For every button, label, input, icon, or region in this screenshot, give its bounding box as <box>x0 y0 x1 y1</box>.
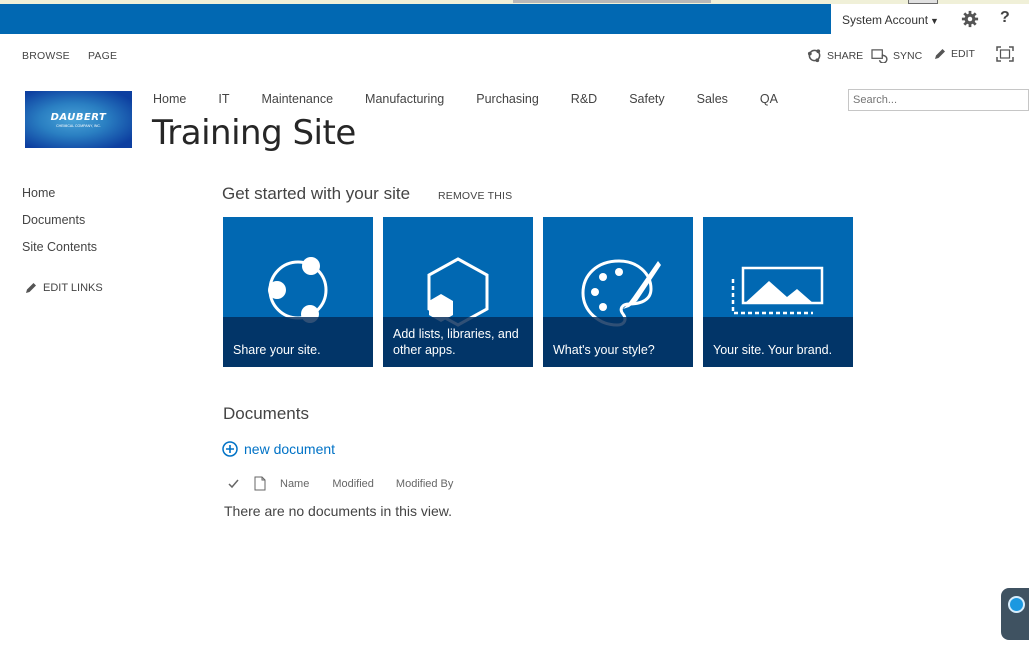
tile-add-apps[interactable]: Add lists, libraries, and other apps. <box>383 217 533 367</box>
topnav-item-maintenance[interactable]: Maintenance <box>261 92 333 106</box>
column-name[interactable]: Name <box>280 478 309 490</box>
tile-label: Your site. Your brand. <box>713 343 833 357</box>
quicklaunch-item-site-contents[interactable]: Site Contents <box>22 240 97 267</box>
page-title[interactable]: Training Site <box>152 113 356 153</box>
documents-heading[interactable]: Documents <box>223 404 309 424</box>
tile-caption: Add lists, libraries, and other apps. <box>383 317 533 367</box>
focus-on-content-icon[interactable] <box>996 46 1014 62</box>
page: System Account ▼ ? BROWSE PAGE SHARE SYN… <box>0 0 1029 657</box>
tile-caption: Your site. Your brand. <box>703 317 853 367</box>
new-document-button[interactable]: new document <box>222 441 335 457</box>
tile-style[interactable]: What's your style? <box>543 217 693 367</box>
share-button[interactable]: SHARE <box>807 48 863 63</box>
topnav-item-manufacturing[interactable]: Manufacturing <box>365 92 444 106</box>
help-icon[interactable]: ? <box>1000 9 1010 27</box>
topnav-item-it[interactable]: IT <box>218 92 229 106</box>
pencil-icon <box>26 283 36 293</box>
account-menu[interactable]: System Account ▼ <box>842 13 939 27</box>
suite-bar-user-area: System Account ▼ ? <box>831 4 1029 34</box>
topnav-item-sales[interactable]: Sales <box>697 92 728 106</box>
topnav-item-purchasing[interactable]: Purchasing <box>476 92 539 106</box>
tile-label: Share your site. <box>233 343 321 357</box>
window-tab <box>513 0 711 3</box>
search-input[interactable] <box>848 89 1029 111</box>
quicklaunch-item-documents[interactable]: Documents <box>22 213 97 240</box>
tile-share-site[interactable]: Share your site. <box>223 217 373 367</box>
tile-brand[interactable]: Your site. Your brand. <box>703 217 853 367</box>
tile-caption: What's your style? <box>543 317 693 367</box>
ribbon: BROWSE PAGE SHARE SYNC EDIT <box>0 34 1029 76</box>
quicklaunch-item-home[interactable]: Home <box>22 186 97 213</box>
remove-this-link[interactable]: REMOVE THIS <box>438 190 512 202</box>
share-label: SHARE <box>827 49 864 62</box>
tab-browse[interactable]: BROWSE <box>22 50 70 62</box>
top-navigation: Home IT Maintenance Manufacturing Purcha… <box>153 92 810 106</box>
plus-circle-icon <box>222 441 238 457</box>
new-document-label: new document <box>244 441 336 457</box>
column-modified-by[interactable]: Modified By <box>396 478 453 490</box>
sync-button[interactable]: SYNC <box>871 48 922 63</box>
empty-view-message: There are no documents in this view. <box>224 503 453 519</box>
topnav-item-qa[interactable]: QA <box>760 92 778 106</box>
topnav-item-home[interactable]: Home <box>153 92 186 106</box>
topnav-item-safety[interactable]: Safety <box>629 92 664 106</box>
suite-bar: System Account ▼ ? <box>0 4 1029 34</box>
sync-label: SYNC <box>893 49 923 62</box>
document-list-header: Name Modified Modified By <box>228 476 453 491</box>
checkmark-icon[interactable] <box>228 479 239 489</box>
edit-label: EDIT <box>951 48 975 60</box>
get-started-tiles: Share your site. Add lists, libraries, a… <box>223 217 853 367</box>
topnav-item-rnd[interactable]: R&D <box>571 92 597 106</box>
sync-icon <box>871 49 888 63</box>
tab-page[interactable]: PAGE <box>88 50 117 62</box>
get-started-heading: Get started with your site <box>222 184 411 203</box>
chevron-down-icon: ▼ <box>930 16 939 26</box>
tile-caption: Share your site. <box>223 317 373 367</box>
document-type-icon[interactable] <box>254 476 266 491</box>
gear-icon[interactable] <box>961 10 979 28</box>
edit-links-label: EDIT LINKS <box>43 282 103 294</box>
column-modified[interactable]: Modified <box>332 478 374 490</box>
site-logo[interactable]: DAUBERT CHEMICAL COMPANY, INC. <box>25 91 132 148</box>
pencil-icon <box>935 49 945 59</box>
logo-subtext: CHEMICAL COMPANY, INC. <box>56 123 101 128</box>
account-name: System Account <box>842 13 929 27</box>
edit-links-button[interactable]: EDIT LINKS <box>25 282 103 294</box>
edit-button[interactable]: EDIT <box>934 48 975 60</box>
quick-launch: Home Documents Site Contents <box>22 186 97 267</box>
logo-text: DAUBERT <box>50 111 107 123</box>
tile-label: What's your style? <box>553 343 655 357</box>
chat-widget[interactable] <box>1001 588 1029 640</box>
chat-icon <box>1008 596 1025 613</box>
tile-label: Add lists, libraries, and other apps. <box>393 327 519 357</box>
share-icon <box>807 49 821 63</box>
